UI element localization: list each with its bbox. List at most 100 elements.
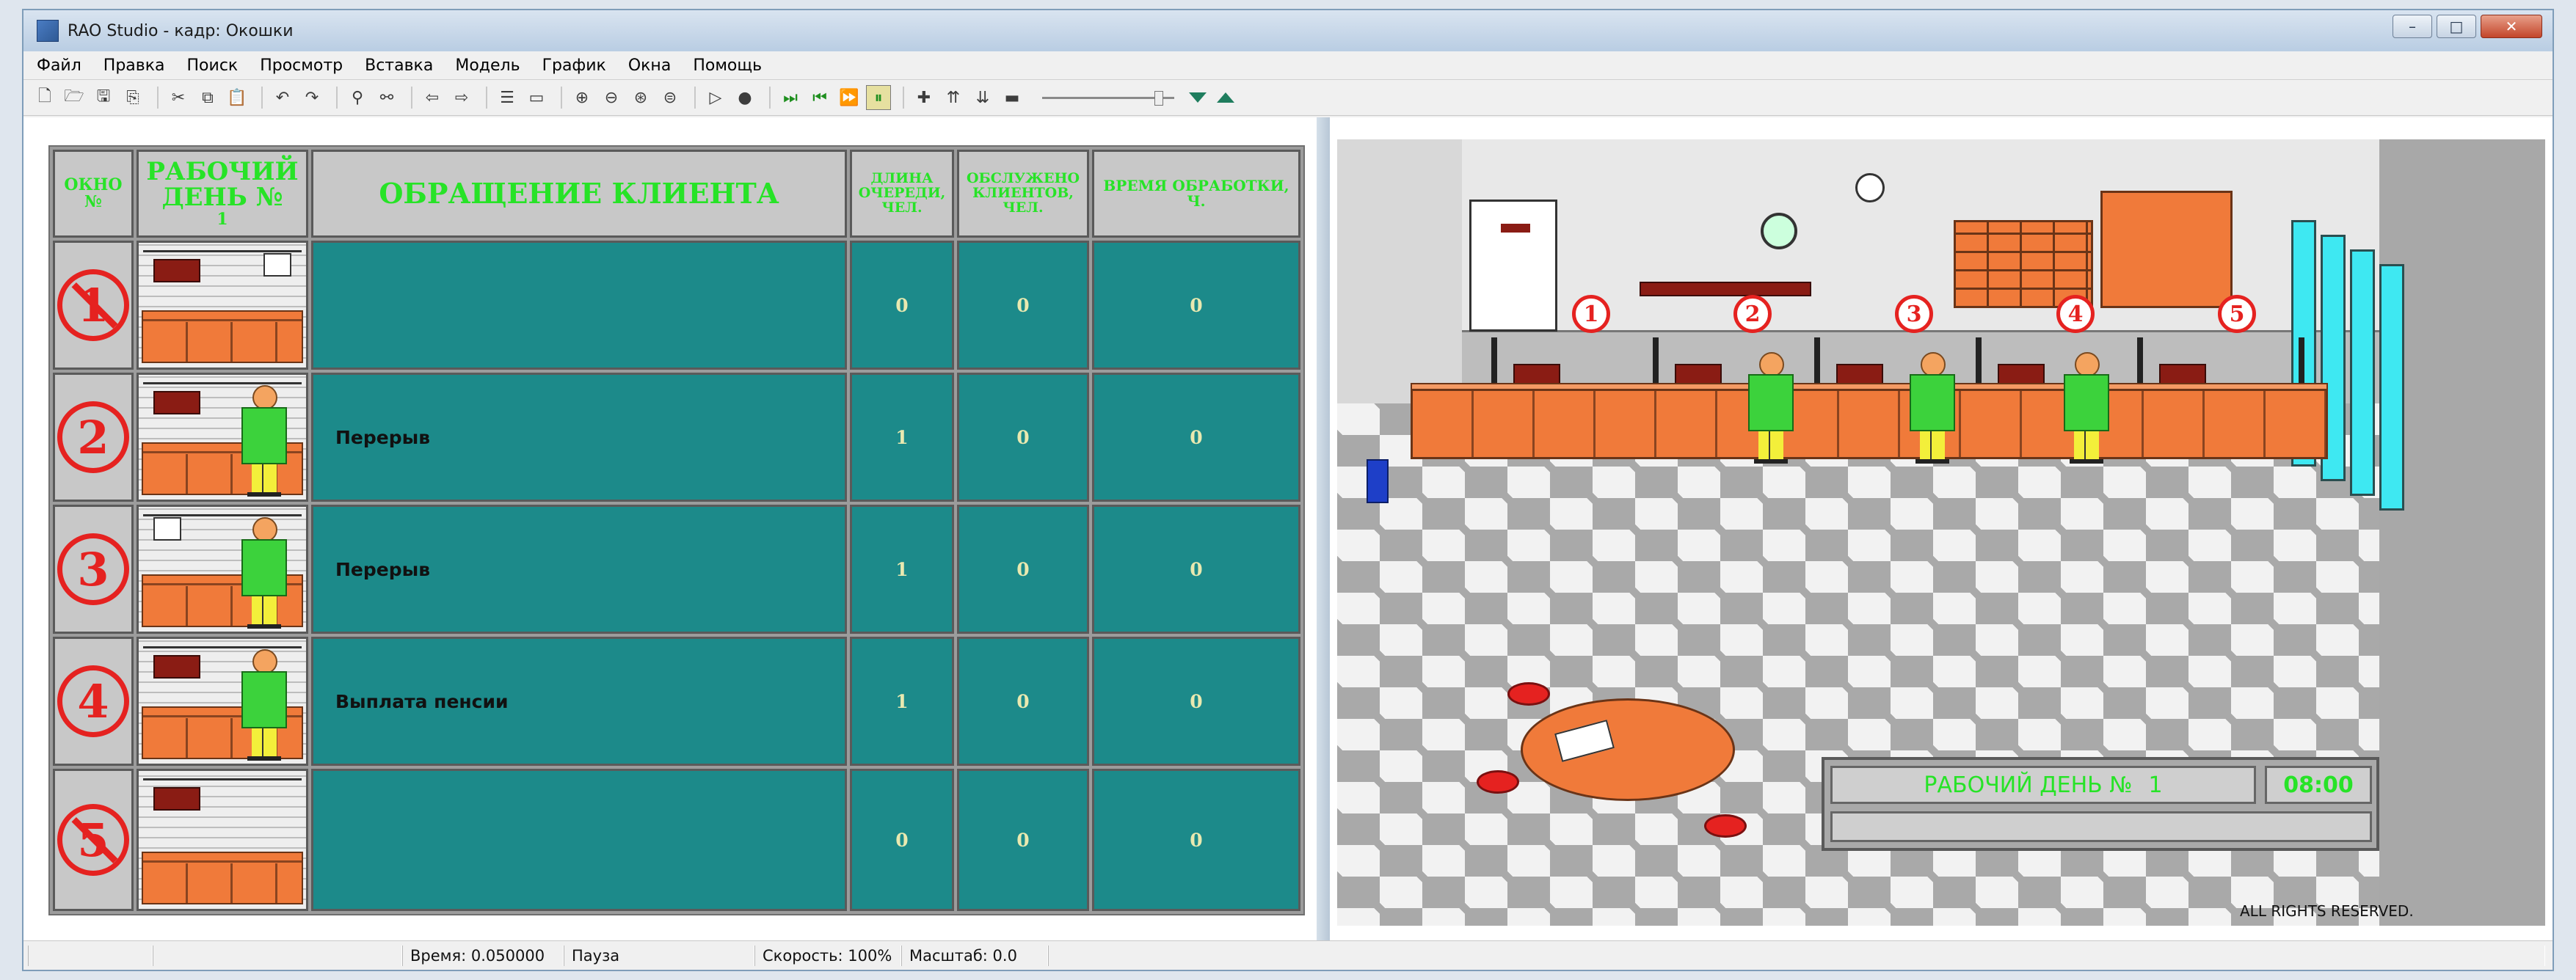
counter-panels bbox=[143, 863, 302, 903]
stool bbox=[1507, 682, 1550, 706]
time-cell: 0 bbox=[1092, 241, 1300, 370]
toolbar-separator bbox=[486, 87, 487, 109]
redo-icon[interactable]: ↷ bbox=[299, 85, 324, 110]
copy-icon[interactable]: ⧉ bbox=[195, 85, 220, 110]
header-request-text: ОБРАЩЕНИЕ КЛИЕНТА bbox=[379, 177, 779, 211]
list-icon[interactable]: ☰ bbox=[495, 85, 520, 110]
plus-icon[interactable]: ✚ bbox=[912, 85, 936, 110]
menu-model[interactable]: Модель bbox=[455, 56, 520, 75]
clock-display: 08:00 bbox=[2265, 766, 2372, 804]
title-bar: RAO Studio - кадр: Окошки – □ ✕ bbox=[23, 10, 2553, 51]
time-cell: 0 bbox=[1092, 769, 1300, 911]
wall-window bbox=[2350, 249, 2375, 496]
menu-file[interactable]: Файл bbox=[37, 56, 81, 75]
door bbox=[1469, 200, 1557, 332]
back-icon[interactable]: ⇦ bbox=[420, 85, 445, 110]
toolbar-separator bbox=[411, 87, 412, 109]
report-icon[interactable]: ▭ bbox=[524, 85, 549, 110]
queue-cell: 1 bbox=[850, 505, 954, 634]
save-all-icon[interactable]: ⎘ bbox=[120, 85, 145, 110]
window-picture bbox=[137, 241, 308, 370]
menu-view[interactable]: Просмотр bbox=[260, 56, 343, 75]
toolbar-separator bbox=[336, 87, 338, 109]
menu-search[interactable]: Поиск bbox=[187, 56, 239, 75]
run-icon[interactable]: ▷ bbox=[703, 85, 728, 110]
toolbar-separator bbox=[561, 87, 562, 109]
fast-forward-icon[interactable]: ⏩ bbox=[837, 85, 862, 110]
speed-slider[interactable] bbox=[1042, 87, 1174, 109]
service-counter bbox=[1411, 389, 2328, 459]
client-figure bbox=[1910, 352, 1955, 464]
paste-icon[interactable]: 📋 bbox=[225, 85, 250, 110]
menu-windows[interactable]: Окна bbox=[628, 56, 671, 75]
status-empty bbox=[153, 946, 402, 966]
request-text: Выплата пенсии bbox=[335, 690, 509, 712]
step-back-icon[interactable]: ⏮ bbox=[807, 85, 832, 110]
menu-insert[interactable]: Вставка bbox=[365, 56, 433, 75]
windows-table: ОКНО № РАБОЧИЙ ДЕНЬ № 1 ОБРАЩЕНИЕ КЛИЕНТ… bbox=[48, 145, 1305, 915]
arrow-down-icon[interactable] bbox=[1189, 92, 1207, 103]
zoom-fit-icon[interactable]: ⊛ bbox=[628, 85, 653, 110]
toolbar-separator bbox=[157, 87, 159, 109]
status-bar: Время: 0.050000 Пауза Скорость: 100% Мас… bbox=[23, 940, 2553, 970]
save-icon[interactable]: 🖫 bbox=[91, 85, 116, 110]
window-controls: – □ ✕ bbox=[2393, 15, 2542, 38]
cut-icon[interactable]: ✂ bbox=[166, 85, 191, 110]
queue-cell: 1 bbox=[850, 373, 954, 502]
zoom-in-icon[interactable]: ⊕ bbox=[570, 85, 594, 110]
menu-edit[interactable]: Правка bbox=[103, 56, 165, 75]
side-table bbox=[1640, 282, 1811, 296]
window-number-cell: 2 bbox=[53, 373, 134, 502]
zoom-auto-icon[interactable]: ⊜ bbox=[658, 85, 683, 110]
rao-studio-icon bbox=[37, 20, 59, 42]
menu-chart[interactable]: График bbox=[542, 56, 606, 75]
counter-partition bbox=[1814, 337, 1820, 384]
maximize-button[interactable]: □ bbox=[2437, 15, 2476, 38]
minimize-button[interactable]: – bbox=[2393, 15, 2432, 38]
copyright-text: ALL RIGHTS RESERVED. bbox=[2240, 902, 2414, 920]
minus-icon[interactable]: ▬ bbox=[1000, 85, 1025, 110]
header-window-no: ОКНО № bbox=[53, 150, 134, 238]
status-state: Пауза bbox=[564, 946, 754, 966]
splitter[interactable] bbox=[1317, 117, 1330, 940]
undo-icon[interactable]: ↶ bbox=[270, 85, 295, 110]
replace-icon[interactable]: ⚯ bbox=[374, 85, 399, 110]
client-figure bbox=[241, 517, 287, 629]
workday-indicator: РАБОЧИЙ ДЕНЬ № 1 bbox=[1830, 766, 2256, 804]
forward-icon[interactable]: ⇨ bbox=[449, 85, 474, 110]
window-picture bbox=[137, 769, 308, 911]
header-workday: РАБОЧИЙ ДЕНЬ № 1 bbox=[137, 150, 308, 238]
queue-value: 0 bbox=[895, 829, 909, 851]
served-value: 0 bbox=[1016, 426, 1030, 448]
zoom-out-icon[interactable]: ⊖ bbox=[599, 85, 624, 110]
scene-window-number-text: 4 bbox=[2067, 301, 2084, 327]
status-speed: Скорость: 100% bbox=[754, 946, 901, 966]
open-icon[interactable]: 🗁 bbox=[62, 85, 87, 110]
counter-partition bbox=[2137, 337, 2143, 384]
door-sign bbox=[1501, 224, 1530, 233]
computer-icon bbox=[153, 259, 200, 282]
queue-cell: 0 bbox=[850, 241, 954, 370]
speed-slider-thumb[interactable] bbox=[1154, 91, 1163, 106]
bank-hall-scene: 1 2 3 4 5 РАБОЧИЙ ДЕНЬ № 1 08:00 ALL RIG… bbox=[1337, 139, 2545, 926]
close-button[interactable]: ✕ bbox=[2481, 15, 2542, 38]
new-file-icon[interactable]: 🗋 bbox=[32, 85, 57, 110]
step-icon[interactable]: ⏭ bbox=[778, 85, 803, 110]
monitor-icon bbox=[153, 517, 181, 541]
time-value: 0 bbox=[1190, 426, 1203, 448]
clock-icon bbox=[1855, 173, 1885, 202]
pause-icon[interactable]: ⏸ bbox=[866, 85, 891, 110]
find-icon[interactable]: ⚲ bbox=[345, 85, 370, 110]
toolbar: 🗋 🗁 🖫 ⎘ ✂ ⧉ 📋 ↶ ↷ ⚲ ⚯ ⇦ ⇨ ☰ ▭ ⊕ ⊖ ⊛ ⊜ ▷ … bbox=[23, 79, 2553, 116]
window-picture bbox=[137, 505, 308, 634]
record-icon[interactable]: ● bbox=[732, 85, 757, 110]
status-empty bbox=[28, 946, 153, 966]
menu-bar: Файл Правка Поиск Просмотр Вставка Модел… bbox=[23, 51, 2553, 79]
round-table bbox=[1521, 698, 1735, 801]
speed-up-icon[interactable]: ⇈ bbox=[941, 85, 966, 110]
queue-cell: 1 bbox=[850, 637, 954, 766]
menu-help[interactable]: Помощь bbox=[693, 56, 762, 75]
request-text: Перерыв bbox=[335, 426, 431, 448]
speed-down-icon[interactable]: ⇊ bbox=[970, 85, 995, 110]
arrow-up-icon[interactable] bbox=[1217, 92, 1234, 103]
